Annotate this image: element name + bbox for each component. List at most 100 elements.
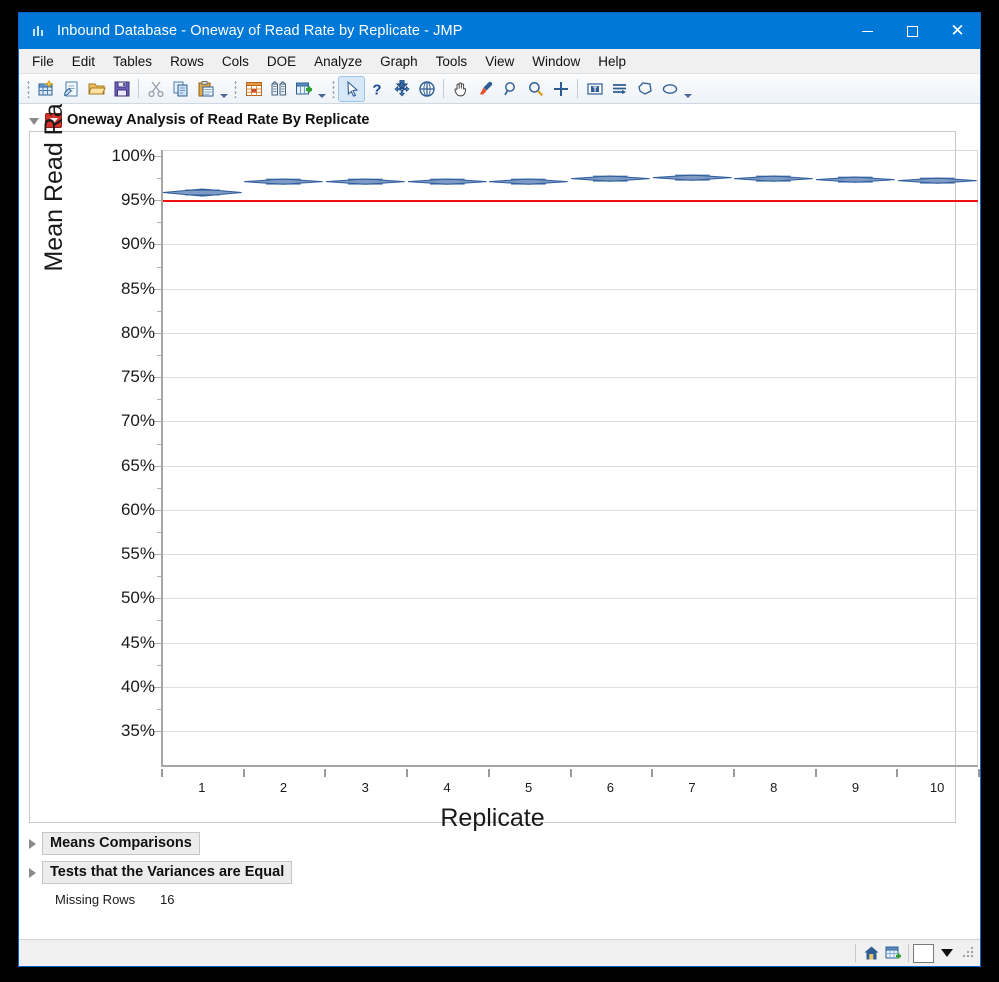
lasso-icon[interactable] xyxy=(498,77,523,101)
x-tick-label: 7 xyxy=(688,780,696,795)
mean-diamond[interactable] xyxy=(897,172,977,189)
new-script-icon[interactable] xyxy=(59,77,84,101)
column-viewer-icon[interactable] xyxy=(266,77,291,101)
minimize-button[interactable] xyxy=(845,13,890,49)
toolbar-grip-3[interactable] xyxy=(330,79,337,98)
maximize-icon xyxy=(907,25,918,37)
window-controls: ✕ xyxy=(845,13,980,49)
minimize-icon xyxy=(862,30,873,32)
copy-icon[interactable] xyxy=(168,77,193,101)
polygon-tool-icon[interactable] xyxy=(632,77,657,101)
line-tool-icon[interactable] xyxy=(607,77,632,101)
x-tick-label: 10 xyxy=(929,780,945,795)
mean-diamond[interactable] xyxy=(816,171,895,188)
menu-tools[interactable]: Tools xyxy=(427,51,477,72)
caret-down-icon[interactable] xyxy=(941,949,953,957)
y-tick-label: 65% xyxy=(120,455,155,475)
oneway-outline-node: Oneway Analysis of Read Rate By Replicat… xyxy=(29,112,970,128)
y-tick-label: 100% xyxy=(111,146,155,165)
toolbar-separator-3 xyxy=(577,79,578,98)
mean-diamond[interactable] xyxy=(734,170,814,187)
x-tick-mark xyxy=(651,769,654,777)
toolbar-overflow-1[interactable] xyxy=(218,76,229,101)
close-button[interactable]: ✕ xyxy=(935,13,980,49)
menu-bar: File Edit Tables Rows Cols DOE Analyze G… xyxy=(19,49,980,74)
menu-view[interactable]: View xyxy=(476,51,523,72)
menu-window[interactable]: Window xyxy=(523,51,589,72)
toolbar: ? T xyxy=(19,74,980,104)
y-tick-label: 80% xyxy=(120,322,155,342)
means-comparisons-label: Means Comparisons xyxy=(42,832,200,855)
subset-table-icon[interactable] xyxy=(241,77,266,101)
status-select-box[interactable] xyxy=(913,943,934,963)
resize-grip[interactable] xyxy=(962,946,975,960)
paste-icon[interactable] xyxy=(193,77,218,101)
svg-text:T: T xyxy=(592,84,597,93)
y-tick-label: 70% xyxy=(120,411,155,431)
menu-file[interactable]: File xyxy=(23,51,63,72)
brush-icon[interactable] xyxy=(473,77,498,101)
menu-analyze[interactable]: Analyze xyxy=(305,51,371,72)
status-separator xyxy=(855,944,856,962)
magnifier-icon[interactable] xyxy=(523,77,548,101)
x-tick-label: 1 xyxy=(198,780,206,795)
mean-diamond[interactable] xyxy=(244,173,323,190)
toolbar-overflow-2[interactable] xyxy=(316,76,327,101)
y-tick-label: 90% xyxy=(120,234,155,254)
grand-mean-reference-line xyxy=(163,200,978,203)
x-tick-label: 8 xyxy=(770,780,778,795)
variance-tests-node[interactable]: Tests that the Variances are Equal xyxy=(29,861,293,884)
missing-rows-value: 16 xyxy=(160,892,175,907)
y-tick-label: 35% xyxy=(120,721,155,740)
window-title: Inbound Database - Oneway of Read Rate b… xyxy=(57,23,463,39)
scroller-icon[interactable] xyxy=(414,77,439,101)
help-question-icon[interactable]: ? xyxy=(364,77,389,101)
menu-cols[interactable]: Cols xyxy=(213,51,258,72)
toolbar-grip-2[interactable] xyxy=(232,79,239,98)
x-tick-mark xyxy=(896,769,899,777)
y-tick-label: 75% xyxy=(120,367,155,387)
text-annotate-icon[interactable]: T xyxy=(582,77,607,101)
ellipse-tool-icon[interactable] xyxy=(657,77,682,101)
mean-diamond[interactable] xyxy=(570,170,650,187)
mean-diamond[interactable] xyxy=(652,169,732,186)
jmp-bars-icon xyxy=(31,23,47,39)
save-icon[interactable] xyxy=(109,77,134,101)
open-file-icon[interactable] xyxy=(84,77,109,101)
new-data-table-icon[interactable] xyxy=(34,77,59,101)
missing-rows-label: Missing Rows xyxy=(55,892,136,907)
menu-edit[interactable]: Edit xyxy=(63,51,104,72)
missing-rows-row: Missing Rows 16 xyxy=(55,892,174,907)
x-axis-title: Replicate xyxy=(440,804,545,832)
menu-graph[interactable]: Graph xyxy=(371,51,427,72)
outline-header[interactable]: Oneway Analysis of Read Rate By Replicat… xyxy=(29,112,970,128)
mean-diamond[interactable] xyxy=(407,173,487,190)
page-title: Oneway Analysis of Read Rate By Replicat… xyxy=(67,112,370,128)
mean-diamond[interactable] xyxy=(162,183,242,202)
new-column-icon[interactable] xyxy=(291,77,316,101)
mean-diamond[interactable] xyxy=(489,173,568,190)
maximize-button[interactable] xyxy=(890,13,935,49)
menu-rows[interactable]: Rows xyxy=(161,51,213,72)
title-bar: Inbound Database - Oneway of Read Rate b… xyxy=(19,13,980,49)
grabber-hand-icon[interactable] xyxy=(448,77,473,101)
data-table-icon[interactable] xyxy=(882,943,904,963)
y-tick-label: 60% xyxy=(120,499,155,519)
home-icon[interactable] xyxy=(860,943,882,963)
oneway-plot: Mean Read Rate 100% 95% 90% 85% 80% 75% 70% 65%… xyxy=(30,104,980,832)
menu-help[interactable]: Help xyxy=(589,51,635,72)
toolbar-grip-1[interactable] xyxy=(25,79,32,98)
jmp-application-window: Inbound Database - Oneway of Read Rate b… xyxy=(18,12,981,967)
means-comparisons-node[interactable]: Means Comparisons xyxy=(29,832,200,855)
crosshair-plus-icon[interactable] xyxy=(548,77,573,101)
cut-icon[interactable] xyxy=(143,77,168,101)
menu-tables[interactable]: Tables xyxy=(104,51,161,72)
y-tick-label: 55% xyxy=(120,544,155,564)
mean-diamond[interactable] xyxy=(325,173,405,190)
close-icon: ✕ xyxy=(950,20,965,41)
move-crosshair-icon[interactable] xyxy=(389,77,414,101)
variance-tests-label: Tests that the Variances are Equal xyxy=(42,861,293,884)
toolbar-overflow-3[interactable] xyxy=(682,76,693,101)
menu-doe[interactable]: DOE xyxy=(258,51,305,72)
arrow-select-icon[interactable] xyxy=(338,75,365,102)
